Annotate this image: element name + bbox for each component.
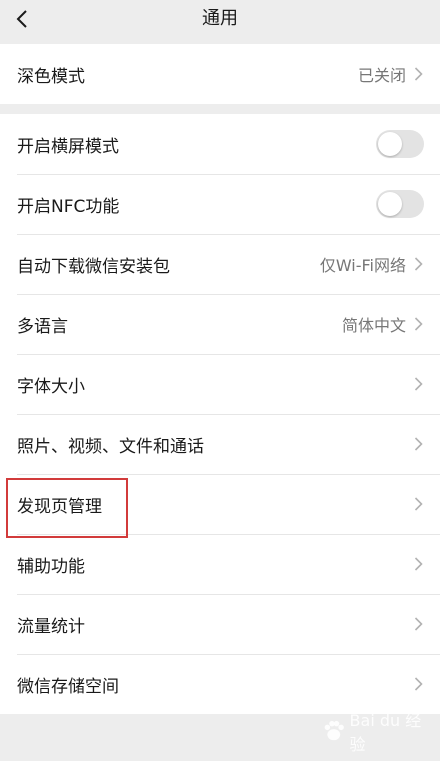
toggle-knob [378,192,402,216]
settings-row[interactable]: 多语言 简体中文 [0,294,440,354]
toggle-switch[interactable] [376,190,424,218]
settings-row[interactable]: 流量统计 [0,594,440,654]
highlight-box [6,478,128,538]
toggle-switch[interactable] [376,130,424,158]
chevron-right-icon [414,376,424,392]
general-settings-group: 开启横屏模式 开启NFC功能自动下载微信安装包 仅Wi-Fi网络多语言 简体中文字体大… [0,114,440,714]
chevron-right-icon [414,556,424,572]
dark-mode-label: 深色模式 [17,66,85,87]
watermark-text: Bai du 经验 [349,711,422,754]
chevron-right-icon [414,496,424,512]
settings-row-label: 流量统计 [17,616,85,637]
dark-mode-group: 深色模式 已关闭 [0,44,440,104]
baidu-jingyan-watermark: Bai du 经验 [320,710,430,754]
settings-row[interactable]: 照片、视频、文件和通话 [0,414,440,474]
settings-row-label: 开启横屏模式 [17,136,119,157]
page-title: 通用 [202,8,238,29]
dark-mode-value: 已关闭 [357,66,406,85]
chevron-right-icon [414,316,424,332]
chevron-right-icon [414,66,424,82]
top-bar: 通用 [0,0,440,43]
chevron-right-icon [414,436,424,452]
settings-row-label: 照片、视频、文件和通话 [17,436,204,457]
settings-row-label: 微信存储空间 [17,676,119,697]
chevron-right-icon [414,256,424,272]
settings-row[interactable]: 开启横屏模式 [0,114,440,174]
paw-icon [324,720,344,741]
dark-mode-row[interactable]: 深色模式 已关闭 [0,44,440,104]
toggle-knob [378,132,402,156]
settings-row-label: 自动下载微信安装包 [17,256,170,277]
settings-row[interactable]: 微信存储空间 [0,654,440,714]
chevron-right-icon [414,616,424,632]
settings-row-value: 简体中文 [341,316,406,335]
chevron-right-icon [414,676,424,692]
settings-row-value: 仅Wi-Fi网络 [319,256,406,275]
settings-row[interactable]: 自动下载微信安装包 仅Wi-Fi网络 [0,234,440,294]
settings-row[interactable]: 字体大小 [0,354,440,414]
settings-row[interactable]: 辅助功能 [0,534,440,594]
settings-row-label: 多语言 [17,316,68,337]
settings-row-label: 字体大小 [17,376,85,397]
settings-row-label: 开启NFC功能 [17,196,120,217]
settings-row[interactable]: 开启NFC功能 [0,174,440,234]
settings-row-label: 辅助功能 [17,556,85,577]
